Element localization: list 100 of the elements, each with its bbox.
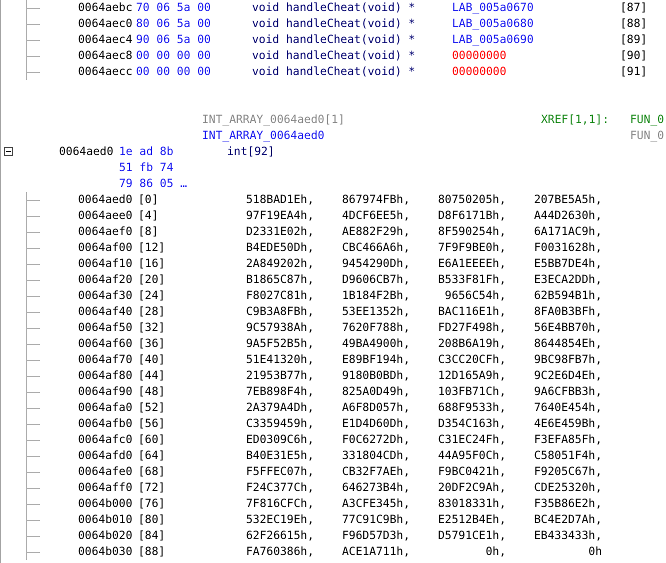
hex-value-text: 7F816CFCh, [244, 496, 314, 512]
hex-value-text: D2331E02h, [244, 224, 314, 240]
hex-value-text: CBC466A6h, [340, 240, 410, 256]
label-link[interactable]: INT_ARRAY_0064aed0 [202, 128, 541, 144]
xref-title-text: XREF[1,1]: [541, 112, 610, 128]
label-link[interactable]: LAB_005a0670 [452, 0, 620, 16]
data-type-text: void handleCheat(void) * [252, 16, 416, 32]
array-index-text: [89] [620, 32, 648, 48]
label-link[interactable]: LAB_005a0680 [452, 16, 620, 32]
hex-value-text: D354C163h, [436, 416, 506, 432]
address-text: 0064b010 [78, 512, 134, 528]
address-text: 0064afb0 [78, 416, 134, 432]
hex-value-text: D8F6171Bh, [436, 208, 506, 224]
hex-value-text: 56E4BB70h, [532, 320, 602, 336]
hex-value-text: 83018331h, [436, 496, 506, 512]
hex-value-text: 0h [587, 544, 602, 560]
data-type-text: void handleCheat(void) * [252, 48, 416, 64]
label-link[interactable]: LAB_005a0690 [452, 32, 620, 48]
hex-value-text: 1B184F2Bh, [340, 288, 410, 304]
address-text: 0064af00 [78, 240, 134, 256]
array-index-text: [20] [138, 272, 166, 288]
hex-value-text: F0031628h, [532, 240, 602, 256]
address-text: 0064afc0 [78, 432, 134, 448]
array-index-text: [48] [138, 384, 166, 400]
address-text: 0064afd0 [78, 448, 134, 464]
address-text: 0064aed0 [59, 144, 114, 160]
hex-value-text: 51E41320h, [244, 352, 314, 368]
hex-value-text: 20DF2C9Ah, [436, 480, 506, 496]
hex-value-text: 7620F788h, [340, 320, 410, 336]
bytes-text: 90 06 5a 00 [136, 32, 212, 48]
hex-value-text: FA760386h, [244, 544, 314, 560]
array-index-text: [36] [138, 336, 166, 352]
hex-value-text: 9A5F52B5h, [244, 336, 314, 352]
array-index-text: [76] [138, 496, 166, 512]
hex-value-text: 103FB71Ch, [436, 384, 506, 400]
address-text: 0064aec8 [78, 48, 134, 64]
hex-value-text: E3ECA2DDh, [532, 272, 602, 288]
hex-value-text: 7640E454h, [532, 400, 602, 416]
null-pointer-text: 00000000 [452, 48, 508, 64]
bytes-text: 00 00 00 00 [136, 48, 212, 64]
hex-value-text: BC4E2D7Ah, [532, 512, 602, 528]
hex-value-text: ACE1A711h, [340, 544, 410, 560]
array-index-text: [56] [138, 416, 166, 432]
address-text: 0064aef0 [78, 224, 134, 240]
hex-value-text: C3CC20CFh, [436, 352, 506, 368]
array-index-text: [8] [138, 224, 160, 240]
hex-value-text: A3CFE345h, [340, 496, 410, 512]
hex-value-text: 62B594B1h, [532, 288, 602, 304]
array-index-text: [4] [138, 208, 160, 224]
collapse-icon[interactable] [4, 147, 13, 156]
hex-value-text: 646273B4h, [340, 480, 410, 496]
hex-value-text: 9A6CFBB3h, [532, 384, 602, 400]
data-type-text: int[92] [227, 144, 275, 160]
hex-value-text: 207BE5A5h, [532, 192, 602, 208]
hex-value-text: E2512B4Eh, [436, 512, 506, 528]
hex-value-text: 0h, [484, 544, 506, 560]
address-text: 0064aee0 [78, 208, 134, 224]
data-type-text: void handleCheat(void) * [252, 32, 416, 48]
address-text: 0064aec0 [78, 16, 134, 32]
array-index-text: [72] [138, 480, 166, 496]
bytes-text: 70 06 5a 00 [136, 0, 212, 16]
null-pointer-text: 00000000 [452, 64, 508, 80]
hex-value-text: D5791CE1h, [436, 528, 506, 544]
array-index-text: [84] [138, 528, 166, 544]
hex-value-text: F96D57D3h, [340, 528, 410, 544]
hex-value-text: 62F26615h, [244, 528, 314, 544]
hex-value-text: 21953B77h, [244, 368, 314, 384]
array-index-text: [90] [620, 48, 648, 64]
array-index-text: [44] [138, 368, 166, 384]
hex-value-text: 208B6A19h, [436, 336, 506, 352]
address-text: 0064af50 [78, 320, 134, 336]
address-text: 0064af90 [78, 384, 134, 400]
hex-value-text: 8F590254h, [436, 224, 506, 240]
address-text: 0064af40 [78, 304, 134, 320]
hex-value-text: BAC116E1h, [436, 304, 506, 320]
address-text: 0064b030 [78, 544, 134, 560]
hex-value-text: 532EC19Eh, [244, 512, 314, 528]
xref-link[interactable]: FUN_0 [630, 112, 664, 128]
hex-value-text: 825A0D49h, [340, 384, 410, 400]
hex-value-text: E89BF194h, [340, 352, 410, 368]
hex-value-text: F8027C81h, [244, 288, 314, 304]
hex-value-text: F35B86E2h, [532, 496, 602, 512]
array-index-text: [52] [138, 400, 166, 416]
array-index-text: [24] [138, 288, 166, 304]
address-text: 0064aed0 [78, 192, 134, 208]
address-text: 0064af30 [78, 288, 134, 304]
hex-value-text: 6A171AC9h, [532, 224, 602, 240]
array-index-text: [40] [138, 352, 166, 368]
hex-value-text: ED0309C6h, [244, 432, 314, 448]
address-text: 0064aff0 [78, 480, 134, 496]
address-text: 0064afa0 [78, 400, 134, 416]
hex-value-text: CB32F7AEh, [340, 464, 410, 480]
hex-value-text: 2A379A4Dh, [244, 400, 314, 416]
hex-value-text: E5BB7DE4h, [532, 256, 602, 272]
hex-value-text: 7EB898F4h, [244, 384, 314, 400]
bytes-text: 1e ad 8b [119, 144, 174, 160]
hex-value-text: 867974FBh, [340, 192, 410, 208]
hex-value-text: F5FFEC07h, [244, 464, 314, 480]
hex-value-text: 331804CDh, [340, 448, 410, 464]
data-type-text: void handleCheat(void) * [252, 0, 416, 16]
